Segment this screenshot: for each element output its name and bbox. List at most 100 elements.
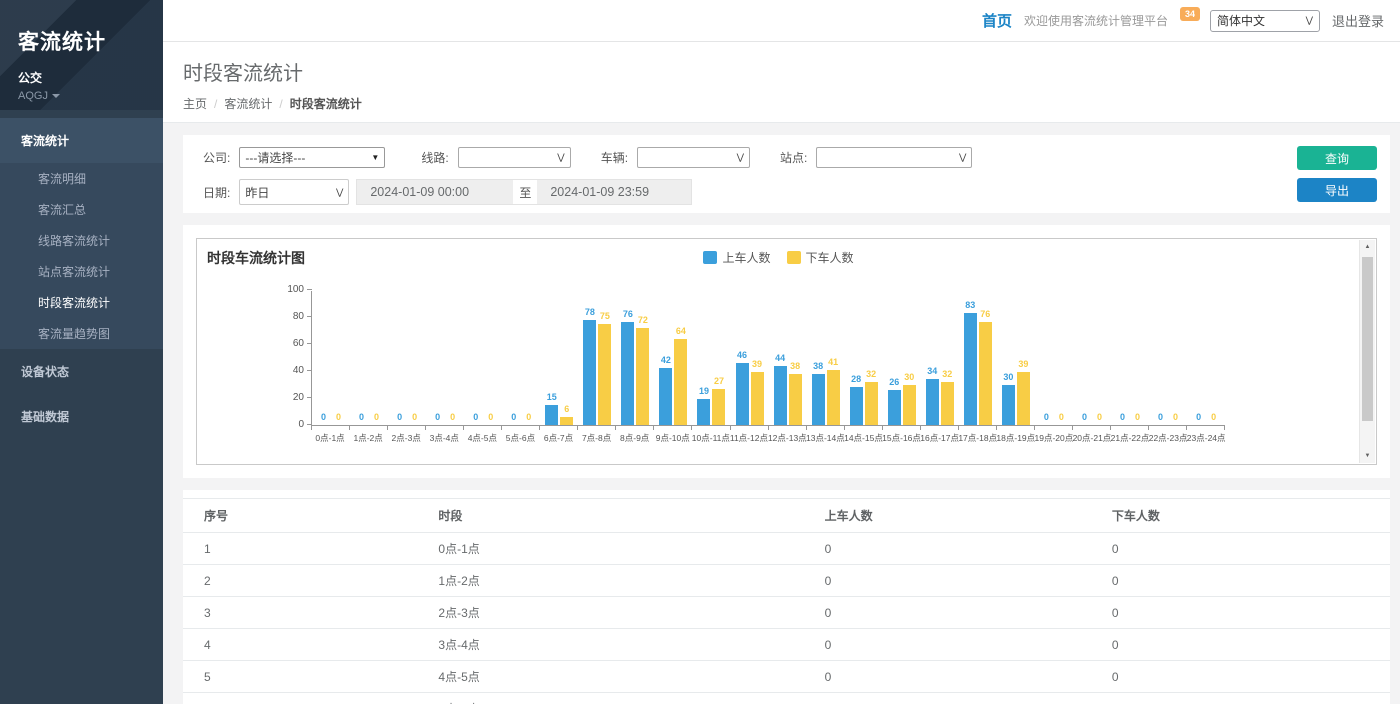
y-axis-tick	[307, 343, 312, 344]
y-axis-tick-label: 0	[280, 420, 304, 430]
bar-value-label: 46	[737, 350, 747, 360]
x-axis-label: 9点-10点	[654, 430, 692, 444]
table-cell: 0	[817, 661, 1104, 693]
home-link[interactable]: 首页	[982, 10, 1012, 31]
user-menu[interactable]: AQGJ	[18, 90, 163, 102]
x-axis-label: 13点-14点	[806, 430, 844, 444]
bar: 38	[812, 374, 825, 425]
table-cell: 6	[183, 693, 430, 704]
bar-value-label: 0	[1097, 412, 1102, 422]
bar: 26	[888, 390, 901, 425]
notification-badge[interactable]: 34	[1180, 7, 1200, 21]
bar-value-label: 0	[412, 412, 417, 422]
bar-value-label: 32	[942, 369, 952, 379]
sidebar-subitem-5[interactable]: 客流量趋势图	[0, 318, 163, 349]
bar-group: 2832	[845, 291, 883, 425]
date-to-input[interactable]: 2024-01-09 23:59	[537, 179, 692, 205]
export-button[interactable]: 导出	[1297, 178, 1377, 202]
table-header-cell: 下车人数	[1104, 499, 1390, 533]
sidebar-subitem-1[interactable]: 客流汇总	[0, 194, 163, 225]
date-from-input[interactable]: 2024-01-09 00:00	[356, 179, 513, 205]
user-name: AQGJ	[18, 90, 48, 102]
bar-group: 156	[540, 291, 578, 425]
bar: 34	[926, 379, 939, 425]
bar: 76	[621, 322, 634, 425]
x-axis-label: 7点-8点	[578, 430, 616, 444]
bar: 15	[545, 405, 558, 425]
sidebar-subitem-0[interactable]: 客流明细	[0, 163, 163, 194]
legend-item[interactable]: 下车人数	[787, 249, 854, 266]
bar-value-label: 0	[435, 412, 440, 422]
bar-value-label: 19	[699, 386, 709, 396]
bar: 27	[712, 389, 725, 425]
sidebar-item-2[interactable]: 基础数据	[0, 394, 163, 439]
x-axis-label: 19点-20点	[1034, 430, 1072, 444]
table-cell: 0	[1104, 533, 1390, 565]
bar-group: 8376	[959, 291, 997, 425]
breadcrumb-item-1[interactable]: 客流统计	[224, 95, 272, 112]
scrollbar-thumb[interactable]	[1362, 257, 1373, 421]
language-select[interactable]: 简体中文 ⋁	[1210, 10, 1320, 32]
x-axis-label: 4点-5点	[463, 430, 501, 444]
legend-item[interactable]: 上车人数	[703, 249, 770, 266]
bar-group: 00	[1035, 291, 1073, 425]
bar-group: 30 39	[997, 291, 1035, 425]
x-axis-label: 15点-16点	[882, 430, 920, 444]
bar-value-label: 38	[813, 361, 823, 371]
bar-value-label: 76	[980, 309, 990, 319]
bar-value-label: 0	[359, 412, 364, 422]
bar-group: 7875	[578, 291, 616, 425]
bar-group: 00	[502, 291, 540, 425]
bar-value-label: 30	[1003, 372, 1013, 382]
x-axis-label: 2点-3点	[387, 430, 425, 444]
y-axis-tick-label: 40	[280, 366, 304, 376]
sidebar-item-0[interactable]: 客流统计	[0, 118, 163, 163]
bar-group: 1927	[692, 291, 730, 425]
sidebar-subitem-4[interactable]: 时段客流统计	[0, 287, 163, 318]
bar-group: 4639	[731, 291, 769, 425]
legend-swatch	[703, 251, 717, 264]
x-axis-label: 23点-24点	[1187, 430, 1225, 444]
bar-value-label: 78	[585, 307, 595, 317]
bar-value-label: 0	[1082, 412, 1087, 422]
chart-box: 时段车流统计图 上车人数下车人数 02040608010000000000000…	[196, 238, 1377, 465]
chart-scrollbar[interactable]: ▲ ▼	[1359, 240, 1375, 463]
bar: 46	[736, 363, 749, 425]
date-separator: 至	[513, 179, 537, 205]
bar-value-label: 0	[374, 412, 379, 422]
scroll-up-icon[interactable]: ▲	[1360, 240, 1375, 254]
chevron-down-icon: ⋁	[557, 152, 564, 163]
station-select[interactable]: ⋁	[816, 147, 972, 168]
org-label: 公交	[18, 69, 163, 86]
bar-value-label: 28	[851, 374, 861, 384]
bar: 72	[636, 328, 649, 425]
x-axis-label: 14点-15点	[844, 430, 882, 444]
line-select[interactable]: ⋁	[458, 147, 571, 168]
bar-group: 00	[312, 291, 350, 425]
sidebar: 客流统计 公交 AQGJ 客流统计客流明细客流汇总线路客流统计站点客流统计时段客…	[0, 0, 163, 704]
table-head: 序号时段上车人数下车人数	[183, 499, 1390, 533]
table-cell: 2	[183, 565, 430, 597]
breadcrumb-item-0[interactable]: 主页	[183, 95, 207, 112]
company-select[interactable]: ---请选择--- ▼	[239, 147, 385, 168]
filter-row-2: 日期: 昨日 ⋁ 2024-01-09 00:00 至 2024-01-09 2…	[203, 179, 1280, 205]
query-button[interactable]: 查询	[1297, 146, 1377, 170]
bar-value-label: 0	[321, 412, 326, 422]
vehicle-select[interactable]: ⋁	[637, 147, 750, 168]
scroll-down-icon[interactable]: ▼	[1360, 449, 1375, 463]
bar-value-label: 39	[1018, 359, 1028, 369]
logout-link[interactable]: 退出登录	[1332, 11, 1384, 30]
table-row: 21点-2点00	[183, 565, 1390, 597]
app-root: 客流统计 公交 AQGJ 客流统计客流明细客流汇总线路客流统计站点客流统计时段客…	[0, 0, 1400, 704]
bar: 6	[560, 417, 573, 425]
x-axis-label: 21点-22点	[1111, 430, 1149, 444]
sidebar-subitem-3[interactable]: 站点客流统计	[0, 256, 163, 287]
y-axis-tick	[307, 424, 312, 425]
date-label: 日期:	[203, 184, 230, 201]
bar-group: 2630	[883, 291, 921, 425]
sidebar-subitem-2[interactable]: 线路客流统计	[0, 225, 163, 256]
table-cell: 3	[183, 597, 430, 629]
sidebar-item-1[interactable]: 设备状态	[0, 349, 163, 394]
legend-label: 下车人数	[806, 249, 854, 266]
date-preset-select[interactable]: 昨日 ⋁	[239, 179, 349, 205]
